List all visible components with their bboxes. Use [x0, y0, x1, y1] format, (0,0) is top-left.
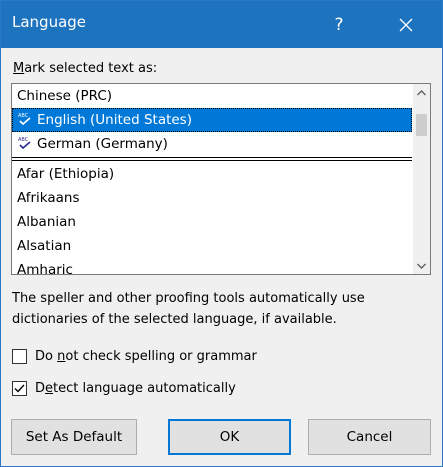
window-title: Language [12, 13, 87, 31]
detect-language-label: Detect language automatically [35, 380, 236, 396]
language-list: Chinese (PRC) ABC English (United States… [12, 84, 412, 275]
language-listbox[interactable]: Chinese (PRC) ABC English (United States… [11, 83, 431, 275]
list-item-afrikaans[interactable]: Afrikaans [12, 186, 412, 210]
list-item-afar[interactable]: Afar (Ethiopia) [12, 162, 412, 186]
list-item-albanian[interactable]: Albanian [12, 210, 412, 234]
list-item-german-de[interactable]: ABC German (Germany) [12, 132, 412, 156]
recent-separator [12, 157, 412, 161]
detect-language-option[interactable]: Detect language automatically [12, 378, 236, 398]
list-item-label: English (United States) [37, 112, 192, 128]
scroll-thumb[interactable] [416, 114, 427, 136]
scroll-down-button[interactable] [413, 257, 430, 274]
cancel-button[interactable]: Cancel [308, 419, 431, 455]
list-item-label: Amharic [17, 262, 73, 275]
list-item-label: German (Germany) [37, 136, 168, 152]
list-item-alsatian[interactable]: Alsatian [12, 234, 412, 258]
chevron-up-icon [417, 89, 426, 95]
language-dialog: Language ? Mark selected text as: Chines… [0, 0, 443, 467]
ok-button[interactable]: OK [168, 419, 291, 455]
no-check-spelling-checkbox[interactable] [12, 348, 27, 364]
close-icon [399, 18, 413, 31]
chevron-down-icon [417, 263, 426, 269]
spellcheck-icon: ABC [18, 137, 31, 150]
spellcheck-icon: ABC [18, 113, 31, 126]
list-item-label: Alsatian [17, 238, 72, 254]
mark-selected-label: Mark selected text as: [13, 61, 158, 76]
detect-language-checkbox[interactable] [12, 380, 27, 396]
list-item-label: Afar (Ethiopia) [17, 166, 115, 182]
help-button[interactable]: ? [317, 1, 361, 48]
title-bar[interactable]: Language ? [1, 1, 442, 48]
list-scrollbar[interactable] [413, 84, 430, 274]
list-item-label: Afrikaans [17, 190, 80, 206]
set-as-default-button[interactable]: Set As Default [11, 419, 137, 455]
list-item-label: Albanian [17, 214, 76, 230]
help-icon: ? [334, 14, 344, 35]
list-item-english-us[interactable]: ABC English (United States) [12, 108, 412, 132]
checkmark-icon [14, 384, 25, 393]
svg-text:ABC: ABC [18, 113, 29, 119]
close-button[interactable] [384, 1, 428, 48]
scroll-up-button[interactable] [413, 84, 430, 101]
list-item-label: Chinese (PRC) [17, 88, 113, 104]
no-check-spelling-label: Do not check spelling or grammar [35, 348, 257, 364]
list-item-chinese-prc[interactable]: Chinese (PRC) [12, 84, 412, 108]
proofing-info-text: The speller and other proofing tools aut… [12, 291, 365, 327]
no-check-spelling-option[interactable]: Do not check spelling or grammar [12, 346, 257, 366]
svg-text:ABC: ABC [18, 137, 29, 143]
list-item-amharic[interactable]: Amharic [12, 258, 412, 275]
